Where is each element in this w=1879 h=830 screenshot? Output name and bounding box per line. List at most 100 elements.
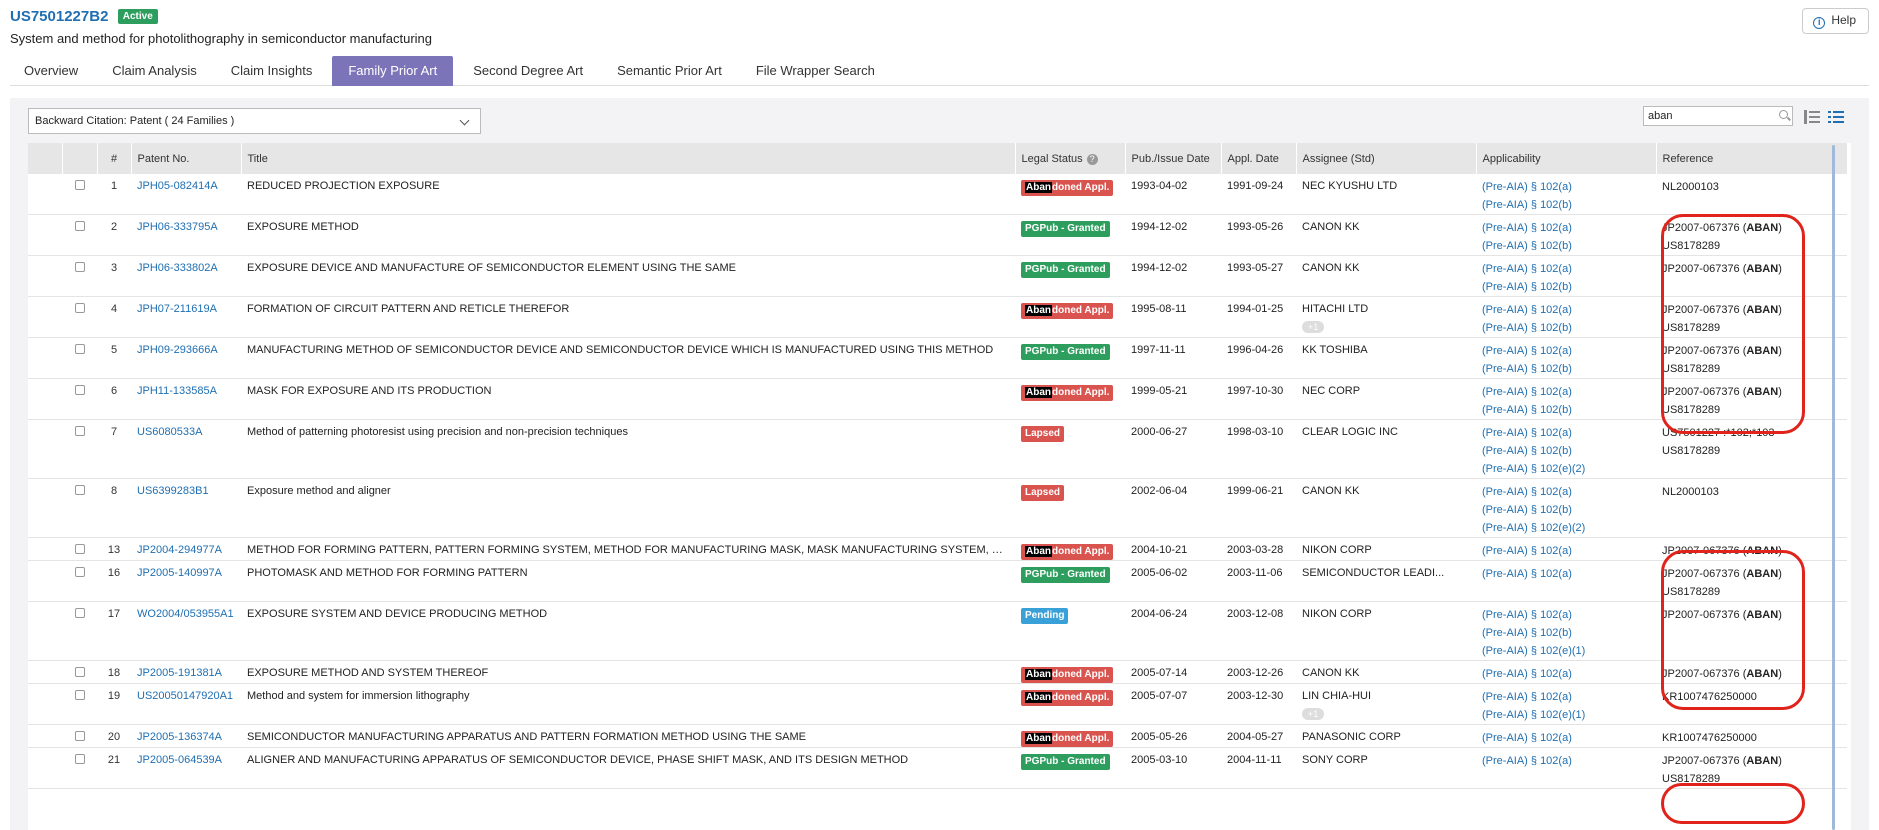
applicability-link[interactable]: (Pre-AIA) § 102(b) (1482, 278, 1650, 296)
tab-claim-insights[interactable]: Claim Insights (217, 56, 327, 86)
table-row[interactable]: 7 US6080533A Method of patterning photores… (28, 419, 1847, 479)
reference-cell: JP2007-067376 (ABAN) US8178289 (1656, 337, 1847, 379)
row-checkbox[interactable] (74, 485, 85, 495)
row-checkbox[interactable] (74, 262, 85, 272)
patent-number-link[interactable]: JP2005-191381A (137, 667, 222, 679)
help-question-icon[interactable]: ? (1086, 153, 1098, 165)
applicability-link[interactable]: (Pre-AIA) § 102(a) (1482, 665, 1650, 683)
assignee-cell: NEC CORP (1296, 378, 1476, 420)
table-row[interactable]: 2 JPH06-333795A EXPOSURE METHOD PGPub - Gra… (28, 214, 1847, 256)
citation-select[interactable]: Backward Citation: Patent ( 24 Families … (28, 108, 481, 134)
applicability-link[interactable]: (Pre-AIA) § 102(a) (1482, 342, 1650, 360)
applicability-link[interactable]: (Pre-AIA) § 102(a) (1482, 424, 1650, 442)
table-row[interactable]: 17 WO2004/053955A1 EXPOSURE SYSTEM AND DEV… (28, 601, 1847, 661)
row-checkbox[interactable] (74, 731, 85, 741)
applicability-link[interactable]: (Pre-AIA) § 102(e)(1) (1482, 642, 1650, 660)
table-row[interactable]: 3 JPH06-333802A EXPOSURE DEVICE AND MANUFA… (28, 255, 1847, 297)
search-icon[interactable] (1779, 110, 1788, 119)
applicability-link[interactable]: (Pre-AIA) § 102(b) (1482, 624, 1650, 642)
table-row[interactable]: 21 JP2005-064539A ALIGNER AND MANUFACTURIN… (28, 747, 1847, 789)
patent-number-link[interactable]: US6080533A (137, 426, 202, 438)
patent-number-link[interactable]: JPH06-333795A (137, 221, 218, 233)
applicability-link[interactable]: (Pre-AIA) § 102(a) (1482, 301, 1650, 319)
row-checkbox[interactable] (74, 426, 85, 436)
tab-file-wrapper-search[interactable]: File Wrapper Search (742, 56, 889, 86)
reference-entry: US8178289 (1662, 770, 1841, 788)
legal-status-cell: Abandoned Appl. (1015, 660, 1125, 684)
compact-view-icon[interactable] (1804, 110, 1820, 124)
applicability-link[interactable]: (Pre-AIA) § 102(e)(2) (1482, 460, 1650, 478)
applicability-link[interactable]: (Pre-AIA) § 102(a) (1482, 565, 1650, 583)
table-row[interactable]: 5 JPH09-293666A MANUFACTURING METHOD OF SE… (28, 337, 1847, 379)
patent-number-link[interactable]: US6399283B1 (137, 485, 209, 497)
patent-number-link[interactable]: JPH06-333802A (137, 262, 218, 274)
list-view-icon[interactable] (1828, 110, 1844, 124)
row-checkbox[interactable] (74, 344, 85, 354)
applicability-link[interactable]: (Pre-AIA) § 102(b) (1482, 319, 1650, 337)
table-row[interactable]: 16 JP2005-140997A PHOTOMASK AND METHOD FOR… (28, 560, 1847, 602)
patent-number-link[interactable]: JP2005-064539A (137, 754, 222, 766)
row-checkbox[interactable] (74, 180, 85, 190)
applicability-link[interactable]: (Pre-AIA) § 102(b) (1482, 442, 1650, 460)
patent-number-link[interactable]: JPH05-082414A (137, 180, 218, 192)
patent-number-link[interactable]: JPH11-133585A (137, 385, 217, 397)
applicability-link[interactable]: (Pre-AIA) § 102(a) (1482, 483, 1650, 501)
reference-entry: JP2007-067376 (ABAN) (1662, 383, 1841, 401)
table-row[interactable]: 13 JP2004-294977A METHOD FOR FORMING PATTE… (28, 537, 1847, 561)
row-checkbox[interactable] (74, 303, 85, 313)
row-checkbox[interactable] (74, 667, 85, 677)
tab-family-prior-art[interactable]: Family Prior Art (332, 56, 454, 86)
patent-number-link[interactable]: JP2005-136374A (137, 731, 222, 743)
applicability-link[interactable]: (Pre-AIA) § 102(a) (1482, 383, 1650, 401)
applicability-link[interactable]: (Pre-AIA) § 102(b) (1482, 501, 1650, 519)
tab-second-degree-art[interactable]: Second Degree Art (459, 56, 597, 86)
tab-claim-analysis[interactable]: Claim Analysis (98, 56, 211, 86)
applicability-link[interactable]: (Pre-AIA) § 102(a) (1482, 219, 1650, 237)
row-checkbox[interactable] (74, 221, 85, 231)
applicability-link[interactable]: (Pre-AIA) § 102(a) (1482, 260, 1650, 278)
pub-date-cell: 1995-08-11 (1125, 296, 1221, 338)
applicability-link[interactable]: (Pre-AIA) § 102(a) (1482, 542, 1650, 560)
help-button[interactable]: i Help (1802, 8, 1869, 34)
patent-id: US7501227B2 (10, 8, 109, 25)
patent-number-link[interactable]: JPH07-211619A (137, 303, 217, 315)
applicability-link[interactable]: (Pre-AIA) § 102(b) (1482, 196, 1650, 214)
patent-number-link[interactable]: JPH09-293666A (137, 344, 218, 356)
applicability-link[interactable]: (Pre-AIA) § 102(b) (1482, 360, 1650, 378)
patent-number-link[interactable]: US20050147920A1 (137, 690, 233, 702)
applicability-link[interactable]: (Pre-AIA) § 102(a) (1482, 178, 1650, 196)
applicability-link[interactable]: (Pre-AIA) § 102(e)(2) (1482, 519, 1650, 537)
row-checkbox[interactable] (74, 567, 85, 577)
pub-date-cell: 2000-06-27 (1125, 419, 1221, 479)
applicability-link[interactable]: (Pre-AIA) § 102(a) (1482, 606, 1650, 624)
table-row[interactable]: 19 US20050147920A1 Method and system for i… (28, 683, 1847, 725)
row-checkbox[interactable] (74, 754, 85, 764)
table-row[interactable]: 6 JPH11-133585A MASK FOR EXPOSURE AND ITS … (28, 378, 1847, 420)
table-row[interactable]: 18 JP2005-191381A EXPOSURE METHOD AND SYST… (28, 660, 1847, 684)
search-input[interactable] (1643, 106, 1793, 126)
applicability-link[interactable]: (Pre-AIA) § 102(b) (1482, 401, 1650, 419)
patent-number-link[interactable]: WO2004/053955A1 (137, 608, 234, 620)
row-checkbox[interactable] (74, 385, 85, 395)
row-number: 17 (97, 601, 131, 661)
table-scrollbar[interactable] (1832, 145, 1835, 830)
more-assignees-badge[interactable]: +1 (1302, 708, 1325, 720)
applicability-link[interactable]: (Pre-AIA) § 102(a) (1482, 688, 1650, 706)
patent-number-link[interactable]: JP2005-140997A (137, 567, 222, 579)
more-assignees-badge[interactable]: +1 (1302, 321, 1325, 333)
applicability-link[interactable]: (Pre-AIA) § 102(b) (1482, 237, 1650, 255)
tab-overview[interactable]: Overview (10, 56, 92, 86)
applicability-link[interactable]: (Pre-AIA) § 102(a) (1482, 752, 1650, 770)
patent-number-link[interactable]: JP2004-294977A (137, 544, 222, 556)
table-row[interactable]: 4 JPH07-211619A FORMATION OF CIRCUIT PATTE… (28, 296, 1847, 338)
table-row[interactable]: 1 JPH05-082414A REDUCED PROJECTION EXPOSUR… (28, 174, 1847, 215)
row-checkbox[interactable] (74, 608, 85, 618)
table-row[interactable]: 20 JP2005-136374A SEMICONDUCTOR MANUFACTUR… (28, 724, 1847, 748)
reference-cell: JP2007-067376 (ABAN) US8178289 (1656, 560, 1847, 602)
table-row[interactable]: 8 US6399283B1 Exposure method and aligner L… (28, 478, 1847, 538)
applicability-link[interactable]: (Pre-AIA) § 102(e)(1) (1482, 706, 1650, 724)
row-checkbox[interactable] (74, 690, 85, 700)
row-checkbox[interactable] (74, 544, 85, 554)
tab-semantic-prior-art[interactable]: Semantic Prior Art (603, 56, 736, 86)
applicability-link[interactable]: (Pre-AIA) § 102(a) (1482, 729, 1650, 747)
